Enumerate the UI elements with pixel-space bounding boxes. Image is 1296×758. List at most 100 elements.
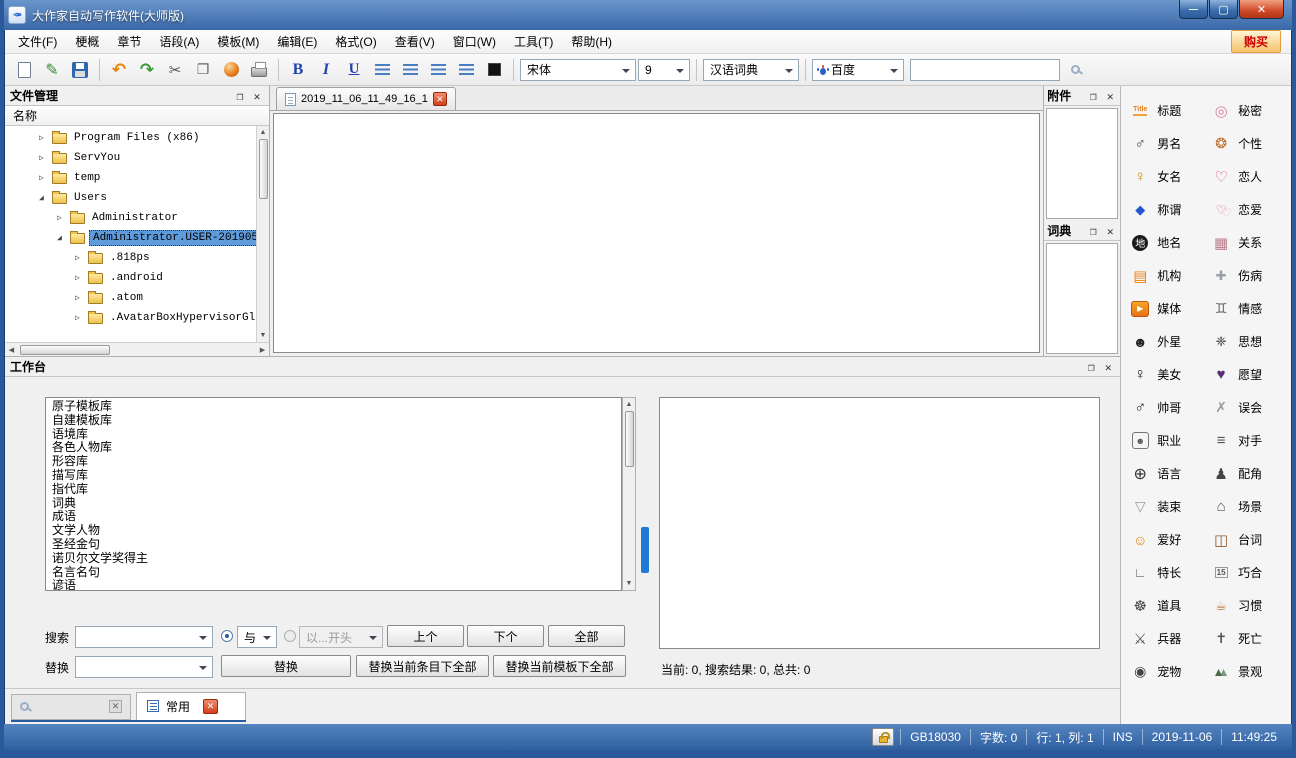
- sidebar-item-personality[interactable]: 个性: [1210, 127, 1291, 160]
- close-icon[interactable]: [109, 700, 122, 713]
- sidebar-item-thought[interactable]: 思想: [1210, 325, 1291, 358]
- sidebar-item-secret[interactable]: 秘密: [1210, 94, 1291, 127]
- and-combo[interactable]: 与: [237, 626, 277, 648]
- menu-format[interactable]: 格式(O): [326, 30, 385, 53]
- dictionary-select[interactable]: 汉语词典: [703, 59, 799, 81]
- menu-view[interactable]: 查看(V): [386, 30, 444, 53]
- library-item[interactable]: 谚语: [52, 579, 621, 591]
- scroll-up-icon[interactable]: ▲: [257, 126, 270, 139]
- document-editor[interactable]: [273, 113, 1040, 353]
- sidebar-item-language[interactable]: 语言: [1129, 457, 1210, 490]
- library-item[interactable]: 原子模板库: [52, 400, 621, 414]
- minimize-button[interactable]: [1179, 0, 1208, 19]
- scrollbar-thumb[interactable]: [20, 345, 110, 355]
- all-button[interactable]: 全部: [548, 625, 625, 647]
- sidebar-item-coincidence[interactable]: 巧合: [1210, 556, 1291, 589]
- menu-edit[interactable]: 编辑(E): [268, 30, 326, 53]
- new-document-button[interactable]: [11, 57, 37, 83]
- library-item[interactable]: 形容库: [52, 455, 621, 469]
- sidebar-item-female-name[interactable]: 女名: [1129, 160, 1210, 193]
- sidebar-item-misunderstanding[interactable]: 误会: [1210, 391, 1291, 424]
- menu-chapter[interactable]: 章节: [108, 30, 150, 53]
- search-panel-tab[interactable]: [11, 694, 131, 720]
- menu-help[interactable]: 帮助(H): [562, 30, 621, 53]
- align-center-button[interactable]: [397, 57, 423, 83]
- library-item[interactable]: 描写库: [52, 469, 621, 483]
- sidebar-item-place-name[interactable]: 地名: [1129, 226, 1210, 259]
- library-item[interactable]: 圣经金句: [52, 538, 621, 552]
- font-size-select[interactable]: 9: [638, 59, 690, 81]
- sidebar-item-organization[interactable]: 机构: [1129, 259, 1210, 292]
- tree-horizontal-scrollbar[interactable]: ◀ ▶: [5, 342, 269, 356]
- close-panel-button[interactable]: [1103, 224, 1117, 238]
- sidebar-item-emotion[interactable]: 情感: [1210, 292, 1291, 325]
- library-item[interactable]: 语境库: [52, 428, 621, 442]
- tree-item[interactable]: ServYou: [5, 148, 256, 168]
- align-justify-button[interactable]: [453, 57, 479, 83]
- web-search-input[interactable]: [910, 59, 1060, 81]
- collapse-icon[interactable]: [39, 193, 52, 203]
- expand-icon[interactable]: [39, 133, 52, 143]
- menu-template[interactable]: 模板(M): [208, 30, 268, 53]
- sidebar-item-occupation[interactable]: 职业: [1129, 424, 1210, 457]
- tree-item[interactable]: .AvatarBoxHypervisorGl: [5, 308, 256, 328]
- replace-entry-button[interactable]: 替换当前条目下全部: [356, 655, 489, 677]
- sidebar-item-rival[interactable]: 对手: [1210, 424, 1291, 457]
- collapse-icon[interactable]: [57, 233, 70, 243]
- library-item[interactable]: 各色人物库: [52, 441, 621, 455]
- sidebar-item-beauty[interactable]: 美女: [1129, 358, 1210, 391]
- common-tab[interactable]: 常用: [136, 692, 246, 720]
- save-button[interactable]: [67, 57, 93, 83]
- search-engine-select[interactable]: 百度: [812, 59, 904, 81]
- menu-outline[interactable]: 梗概: [66, 30, 108, 53]
- buy-button[interactable]: 购买: [1231, 30, 1281, 53]
- sidebar-item-pet[interactable]: 宠物: [1129, 655, 1210, 688]
- sidebar-item-title[interactable]: 标题: [1129, 94, 1210, 127]
- sidebar-item-dialogue[interactable]: 台词: [1210, 523, 1291, 556]
- sidebar-item-handsome[interactable]: 帅哥: [1129, 391, 1210, 424]
- library-item[interactable]: 文学人物: [52, 524, 621, 538]
- sidebar-item-salutation[interactable]: 称谓: [1129, 193, 1210, 226]
- align-left-button[interactable]: [369, 57, 395, 83]
- web-button[interactable]: [218, 57, 244, 83]
- sidebar-item-lover[interactable]: 恋人: [1210, 160, 1291, 193]
- menu-paragraph[interactable]: 语段(A): [150, 30, 208, 53]
- expand-icon[interactable]: [75, 253, 88, 263]
- sidebar-item-specialty[interactable]: 特长: [1129, 556, 1210, 589]
- menu-window[interactable]: 窗口(W): [444, 30, 505, 53]
- web-search-button[interactable]: [1062, 57, 1088, 83]
- italic-button[interactable]: [313, 57, 339, 83]
- library-item[interactable]: 自建模板库: [52, 414, 621, 428]
- float-panel-button[interactable]: [1086, 224, 1100, 238]
- align-right-button[interactable]: [425, 57, 451, 83]
- library-item[interactable]: 名言名句: [52, 566, 621, 580]
- sidebar-item-scene[interactable]: 场景: [1210, 490, 1291, 523]
- tree-item[interactable]: temp: [5, 168, 256, 188]
- sidebar-item-media[interactable]: 媒体: [1129, 292, 1210, 325]
- float-panel-button[interactable]: [1084, 360, 1098, 374]
- replace-combo[interactable]: [75, 656, 213, 678]
- library-item[interactable]: 词典: [52, 497, 621, 511]
- splitter-handle[interactable]: [641, 527, 649, 573]
- print-button[interactable]: [246, 57, 272, 83]
- tree-item[interactable]: .818ps: [5, 248, 256, 268]
- expand-icon[interactable]: [75, 293, 88, 303]
- library-item[interactable]: 成语: [52, 510, 621, 524]
- edit-button[interactable]: [39, 57, 65, 83]
- close-panel-button[interactable]: [1103, 89, 1117, 103]
- sidebar-item-romance[interactable]: 恋爱: [1210, 193, 1291, 226]
- float-panel-button[interactable]: [1086, 89, 1100, 103]
- expand-icon[interactable]: [57, 213, 70, 223]
- replace-button[interactable]: 替换: [221, 655, 351, 677]
- library-list-scrollbar[interactable]: ▲ ▼: [622, 397, 636, 591]
- maximize-button[interactable]: [1209, 0, 1238, 19]
- prev-button[interactable]: 上个: [387, 625, 464, 647]
- float-panel-button[interactable]: [233, 89, 247, 103]
- search-combo[interactable]: [75, 626, 213, 648]
- scroll-right-icon[interactable]: ▶: [256, 343, 269, 356]
- font-family-select[interactable]: 宋体: [520, 59, 636, 81]
- expand-icon[interactable]: [75, 273, 88, 283]
- close-window-button[interactable]: [1239, 0, 1284, 19]
- scroll-left-icon[interactable]: ◀: [5, 343, 18, 356]
- scroll-up-icon[interactable]: ▲: [623, 398, 636, 411]
